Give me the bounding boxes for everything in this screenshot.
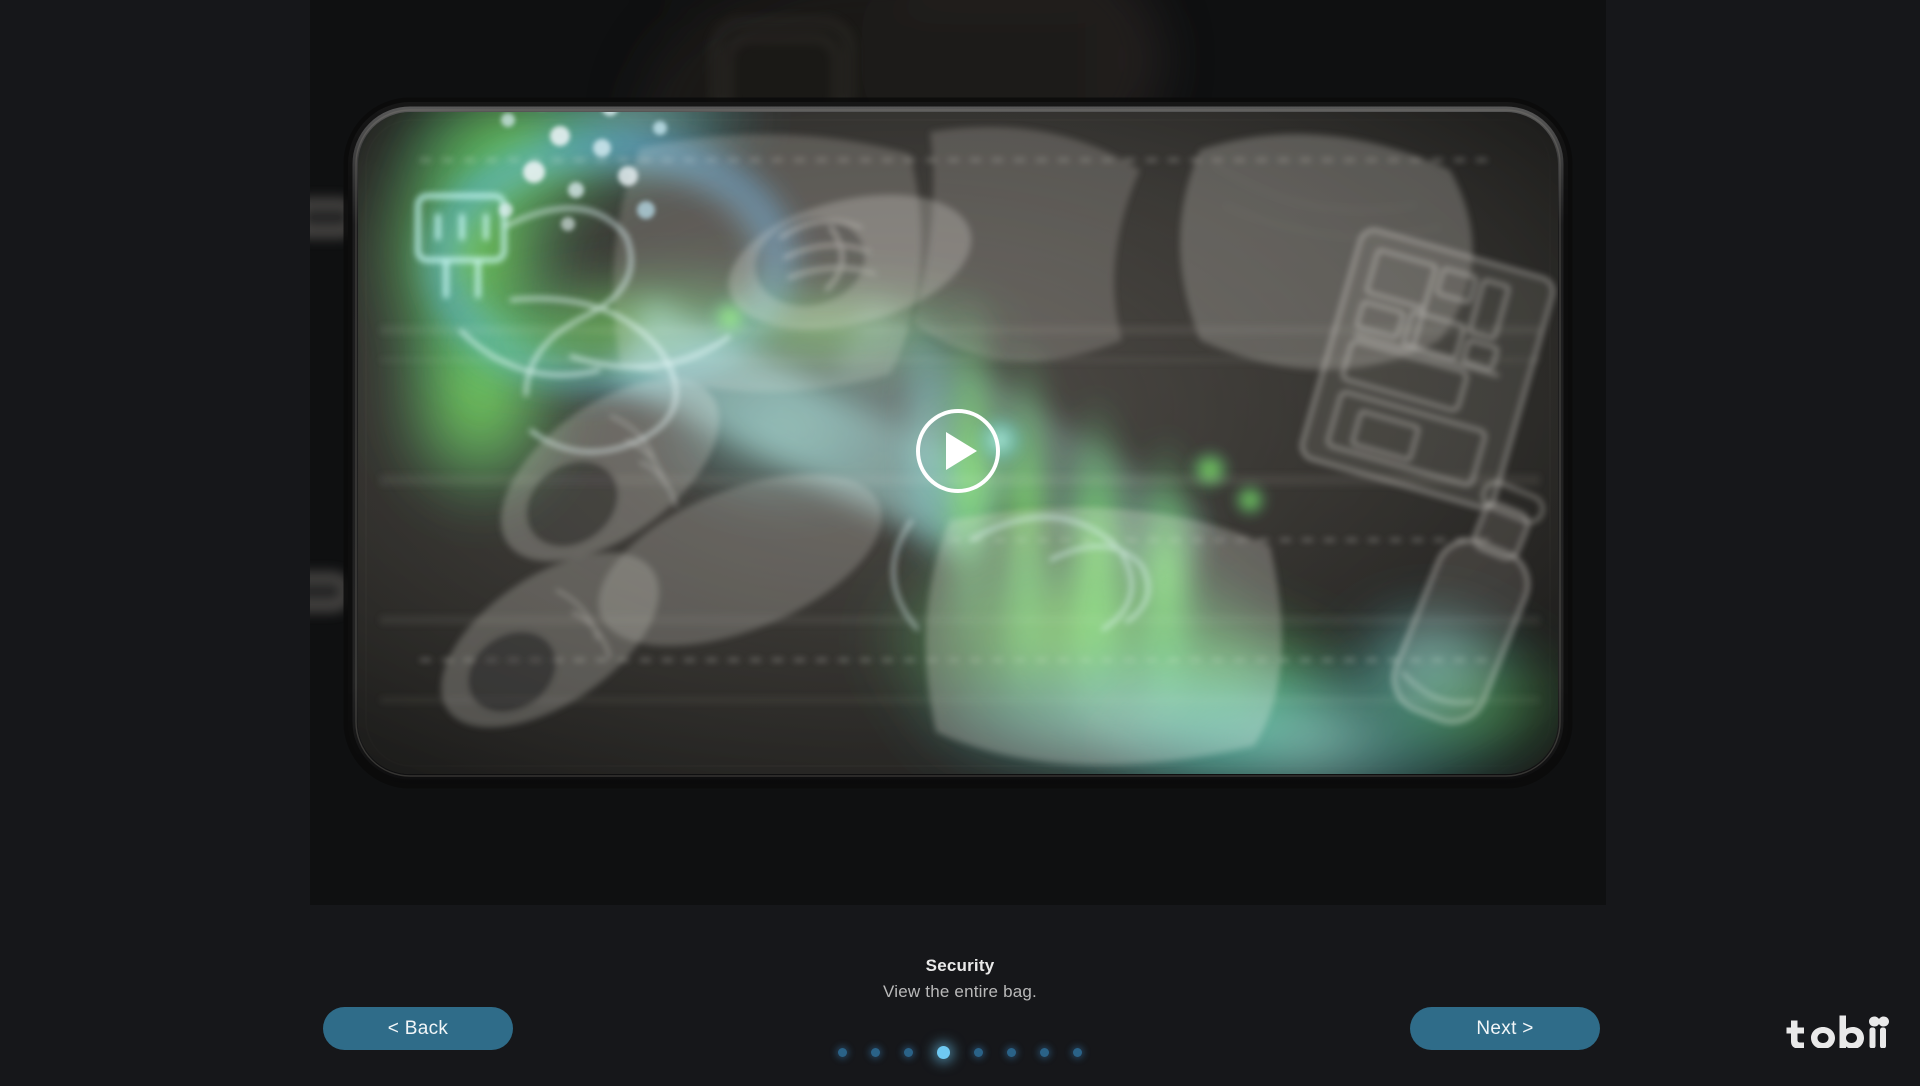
pagination-dot-5[interactable] <box>974 1048 983 1057</box>
pagination-dot-1[interactable] <box>838 1048 847 1057</box>
video-player[interactable] <box>310 0 1606 905</box>
caption-title: Security <box>925 956 995 975</box>
pagination-dot-7[interactable] <box>1040 1048 1049 1057</box>
play-overlay[interactable] <box>310 0 1606 905</box>
pagination-dot-6[interactable] <box>1007 1048 1016 1057</box>
next-button[interactable]: Next > <box>1410 1007 1600 1050</box>
play-triangle <box>946 431 977 470</box>
pagination-dot-8[interactable] <box>1073 1048 1082 1057</box>
pagination-dot-3[interactable] <box>904 1048 913 1057</box>
back-button[interactable]: < Back <box>323 1007 513 1050</box>
pagination-dot-2[interactable] <box>871 1048 880 1057</box>
pagination-dots[interactable] <box>0 1046 1920 1059</box>
caption-block: Security View the entire bag. <box>0 955 1920 1004</box>
play-icon[interactable] <box>916 408 1000 493</box>
caption-subtitle: View the entire bag. <box>883 981 1037 1001</box>
pagination-dot-4[interactable] <box>937 1046 950 1059</box>
tobii-logo <box>1786 1015 1889 1048</box>
player-stage: Security View the entire bag. < Back Nex… <box>0 0 1920 1086</box>
